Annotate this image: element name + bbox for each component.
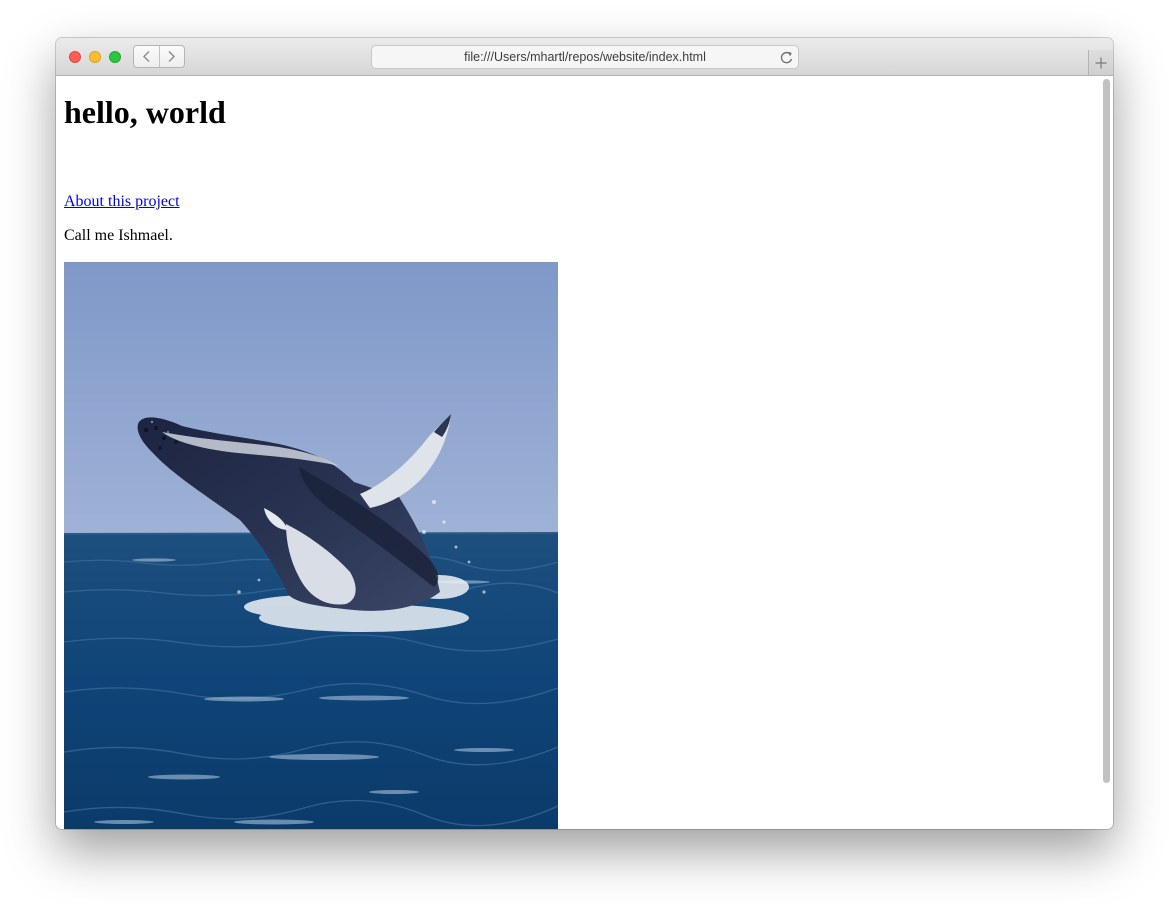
navigation-buttons bbox=[133, 45, 185, 68]
vertical-scrollbar[interactable] bbox=[1103, 79, 1110, 783]
new-tab-button[interactable] bbox=[1088, 50, 1113, 75]
browser-window: file:///Users/mhartl/repos/website/index… bbox=[56, 38, 1113, 829]
intro-paragraph: Call me Ishmael. bbox=[64, 227, 173, 244]
about-project-link[interactable]: About this project bbox=[64, 193, 180, 211]
zoom-button[interactable] bbox=[109, 51, 121, 63]
reload-icon[interactable] bbox=[779, 50, 794, 65]
forward-button[interactable] bbox=[158, 46, 185, 67]
plus-icon bbox=[1095, 57, 1107, 68]
page-heading: hello, world bbox=[64, 94, 226, 130]
whale-image bbox=[64, 262, 558, 829]
page-content: hello, world About this project Call me … bbox=[56, 76, 1113, 829]
title-bar: file:///Users/mhartl/repos/website/index… bbox=[56, 38, 1113, 76]
minimize-button[interactable] bbox=[89, 51, 101, 63]
address-url: file:///Users/mhartl/repos/website/index… bbox=[464, 50, 706, 64]
address-bar[interactable]: file:///Users/mhartl/repos/website/index… bbox=[371, 45, 799, 69]
close-button[interactable] bbox=[69, 51, 81, 63]
chevron-left-icon bbox=[142, 51, 150, 62]
back-button[interactable] bbox=[134, 46, 159, 67]
chevron-right-icon bbox=[168, 51, 176, 62]
